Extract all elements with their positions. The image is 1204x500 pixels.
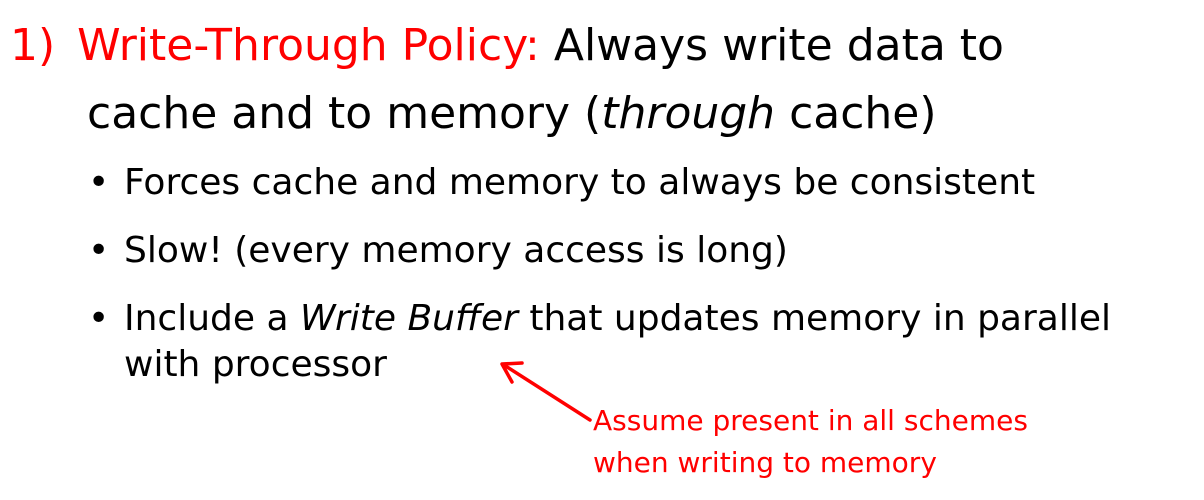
bullet-list: • Forces cache and memory to always be c…: [88, 160, 1198, 410]
annotation-arrow-icon: [500, 361, 592, 422]
policy-description-line2: cache and to memory (through cache): [87, 82, 937, 146]
bullet-dot-icon: •: [88, 298, 110, 339]
desc-line2-emphasis: through: [601, 88, 776, 139]
bullet-item: • Forces cache and memory to always be c…: [88, 160, 1198, 206]
bullet-text: Include a Write Buffer that updates memo…: [124, 298, 1111, 385]
bullet-dot-icon: •: [88, 230, 110, 271]
annotation-note: Assume present in all schemes when writi…: [593, 400, 1028, 484]
bullet3-pre: Include a: [124, 298, 300, 339]
policy-description-line1: Always write data to: [553, 20, 1004, 71]
bullet-item: • Include a Write Buffer that updates me…: [88, 296, 1198, 388]
annotation-line1: Assume present in all schemes: [593, 404, 1028, 437]
desc-line2-pre: cache and to memory (: [87, 88, 602, 139]
bullet-dot-icon: •: [88, 162, 110, 203]
bullet-text: Forces cache and memory to always be con…: [124, 162, 1036, 203]
desc-line2-post: cache): [775, 88, 937, 139]
bullet-text: Slow! (every memory access is long): [124, 230, 788, 271]
write-buffer-term: Write Buffer: [300, 298, 518, 339]
heading-number: 1): [10, 20, 56, 71]
slide-heading: 1) Write-Through Policy: Always write data…: [10, 14, 1004, 78]
bullet-item: • Slow! (every memory access is long): [88, 228, 1198, 274]
annotation-line2: when writing to memory: [593, 446, 937, 479]
policy-title: Write-Through Policy:: [77, 20, 540, 71]
